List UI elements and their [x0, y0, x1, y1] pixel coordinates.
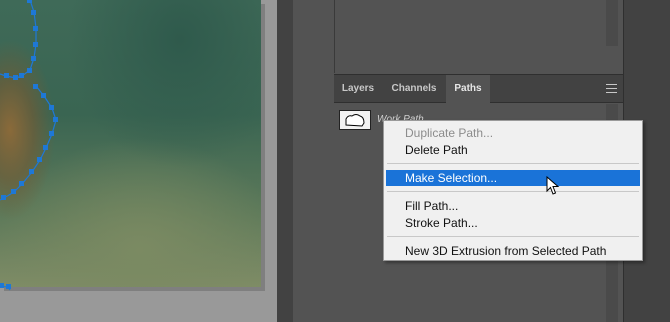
anchor-point — [4, 73, 9, 78]
anchor-point — [31, 56, 36, 61]
anchor-point — [0, 283, 4, 288]
upper-panel — [334, 0, 623, 73]
menu-item-delete-path[interactable]: Delete Path — [386, 142, 640, 158]
anchor-point — [29, 169, 34, 174]
work-path-overlay[interactable] — [0, 0, 261, 295]
path-shape-icon — [345, 114, 365, 127]
canvas-shadow — [261, 4, 265, 291]
menu-separator — [387, 191, 639, 192]
document-canvas[interactable] — [0, 0, 277, 322]
tab-layers[interactable]: Layers — [334, 75, 382, 103]
path-thumbnail — [339, 110, 371, 130]
anchor-point — [49, 105, 54, 110]
menu-item-stroke-path[interactable]: Stroke Path... — [386, 215, 640, 231]
anchor-point — [19, 181, 24, 186]
tab-paths[interactable]: Paths — [446, 75, 490, 103]
menu-item-new-3d-extrusion[interactable]: New 3D Extrusion from Selected Path — [386, 243, 640, 259]
hamburger-menu-icon[interactable] — [606, 84, 617, 93]
anchor-point — [43, 145, 48, 150]
context-menu: Duplicate Path... Delete Path Make Selec… — [383, 120, 643, 261]
menu-separator — [387, 163, 639, 164]
menu-separator — [387, 236, 639, 237]
tab-channels[interactable]: Channels — [382, 75, 446, 103]
menu-item-make-selection[interactable]: Make Selection... — [386, 170, 640, 186]
anchor-point — [11, 189, 16, 194]
anchor-point — [33, 84, 38, 89]
anchor-point — [6, 284, 11, 289]
anchor-point — [41, 93, 46, 98]
menu-item-duplicate-path[interactable]: Duplicate Path... — [386, 125, 640, 141]
path-outline-right — [0, 85, 57, 201]
path-anchors[interactable] — [0, 0, 58, 289]
anchor-point — [33, 26, 38, 31]
anchor-point — [27, 0, 32, 3]
path-outline — [0, 0, 37, 79]
anchor-point — [49, 131, 54, 136]
anchor-point — [19, 73, 24, 78]
anchor-point — [33, 42, 38, 47]
anchor-point — [53, 117, 58, 122]
workspace-divider[interactable] — [277, 0, 293, 322]
anchor-point — [31, 10, 36, 15]
anchor-point — [13, 75, 18, 80]
anchor-point — [27, 68, 32, 73]
panel-tabbar: Layers Channels Paths — [334, 74, 623, 103]
anchor-point — [37, 157, 42, 162]
anchor-point — [1, 195, 6, 200]
mouse-pointer-icon — [546, 176, 560, 195]
menu-item-fill-path[interactable]: Fill Path... — [386, 198, 640, 214]
upper-panel-scrollbar[interactable] — [606, 0, 618, 46]
